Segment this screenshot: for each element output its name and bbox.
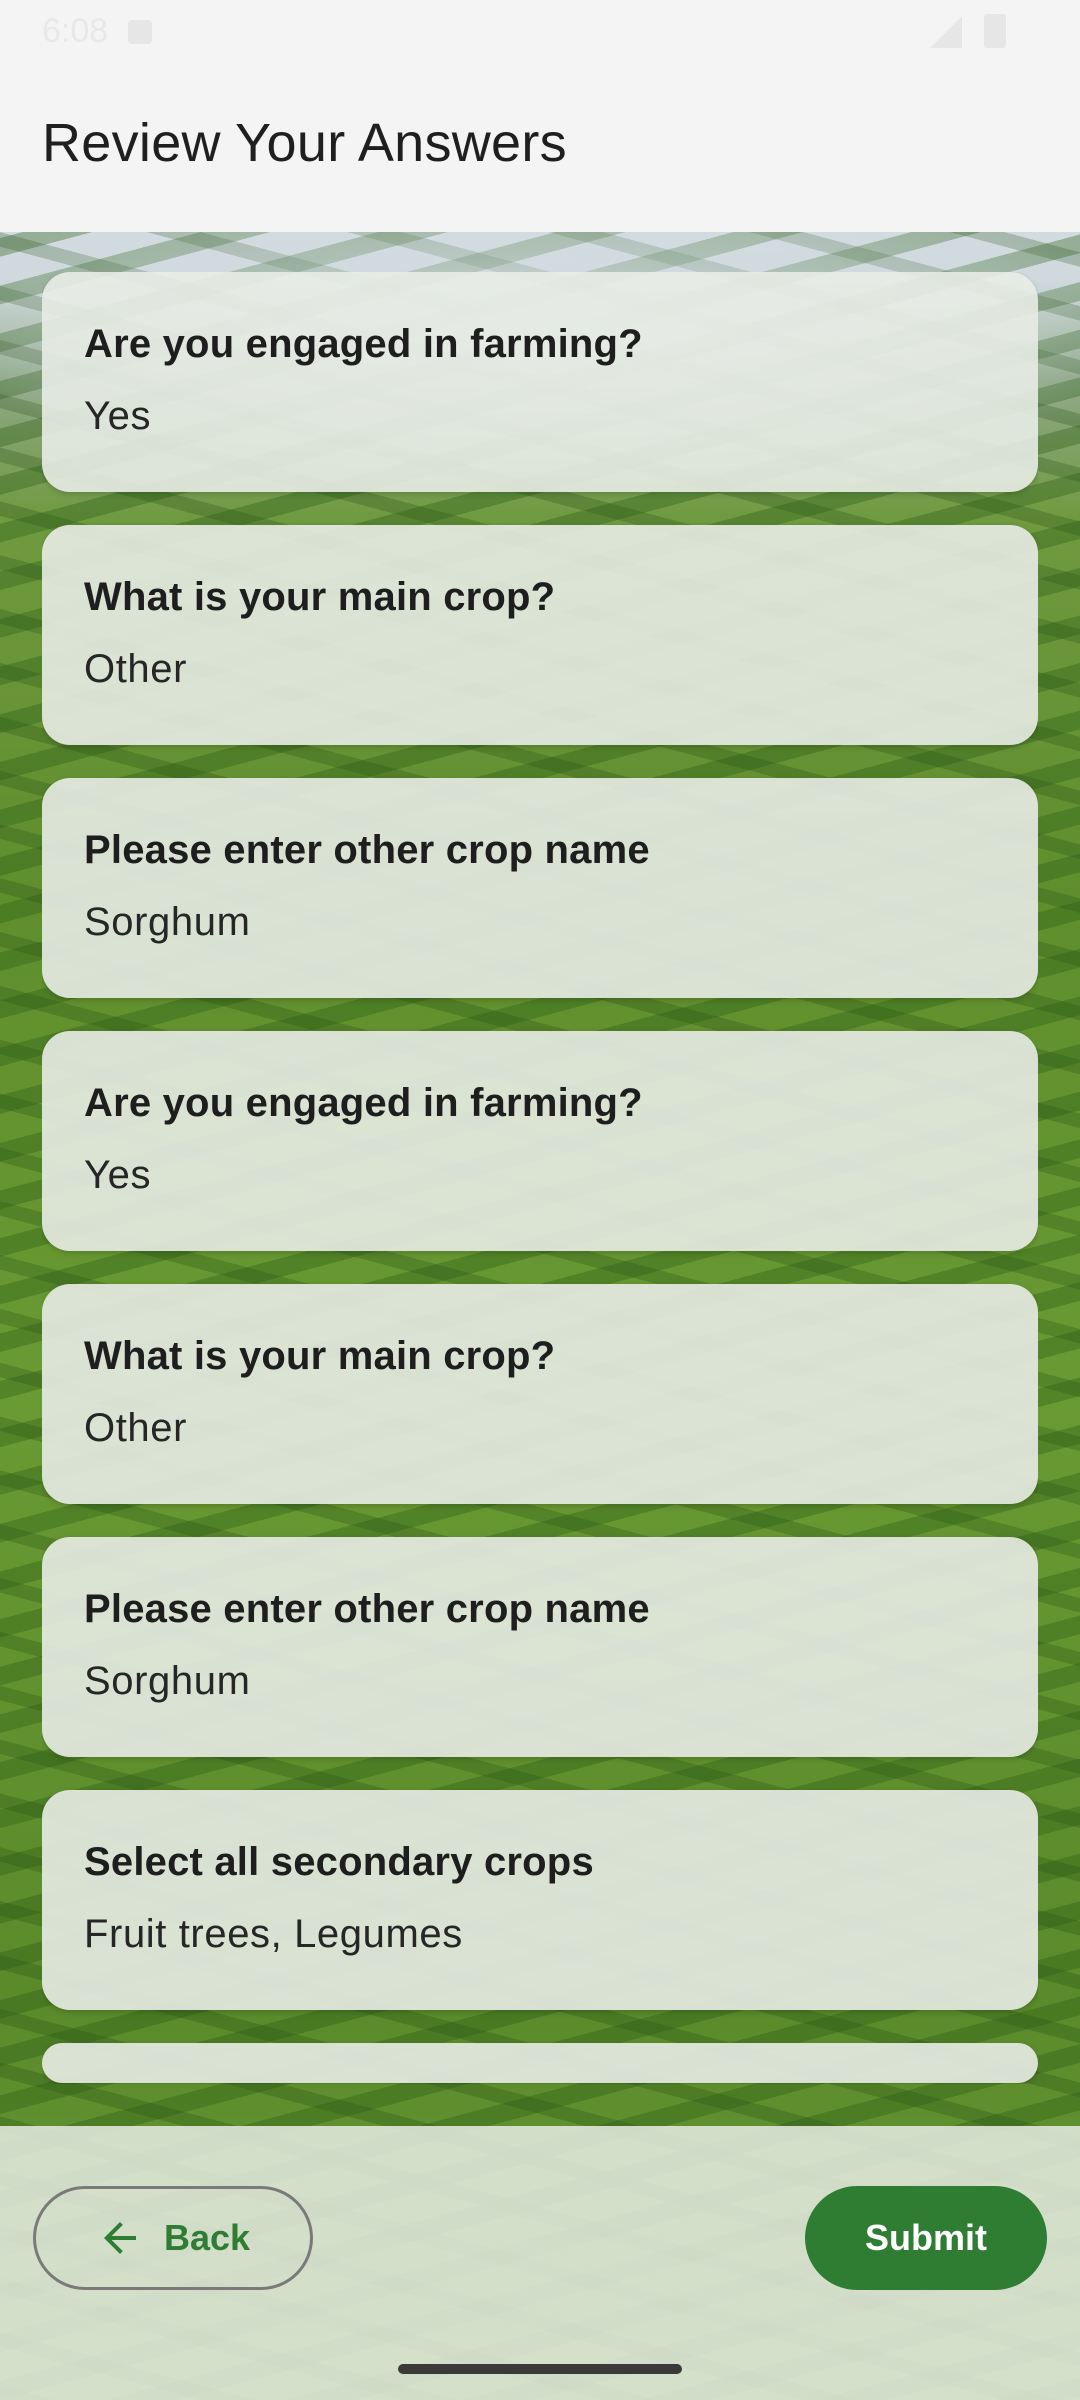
answer-question: Please enter other crop name bbox=[84, 828, 650, 872]
back-button[interactable]: Back bbox=[33, 2186, 313, 2290]
answers-list[interactable]: Are you engaged in farming? Yes What is … bbox=[42, 272, 1038, 2084]
answer-value: Fruit trees, Legumes bbox=[84, 1912, 463, 1956]
answer-question: Please enter other crop name bbox=[84, 1587, 650, 1631]
answer-value: Sorghum bbox=[84, 900, 251, 944]
answer-question: What is your main crop? bbox=[84, 575, 556, 619]
answer-question: What is your main crop? bbox=[84, 1334, 556, 1378]
answer-card-partial bbox=[42, 2043, 1038, 2083]
answer-card: Are you engaged in farming? Yes bbox=[42, 1031, 1038, 1251]
answer-value: Other bbox=[84, 1406, 188, 1450]
screen: 6:08 Review Your Answers Are you engaged… bbox=[0, 0, 1080, 2400]
signal-icon bbox=[930, 16, 962, 48]
answer-card: What is your main crop? Other bbox=[42, 525, 1038, 745]
answer-card: Please enter other crop name Sorghum bbox=[42, 1537, 1038, 1757]
submit-button[interactable]: Submit bbox=[805, 2186, 1047, 2290]
app-bar: Review Your Answers bbox=[0, 66, 1080, 232]
bottom-action-bar: Back Submit bbox=[0, 2126, 1080, 2400]
status-bar: 6:08 bbox=[0, 0, 1080, 66]
page-title: Review Your Answers bbox=[42, 113, 567, 173]
answer-question: Are you engaged in farming? bbox=[84, 322, 643, 366]
status-time: 6:08 bbox=[42, 12, 109, 50]
home-indicator[interactable] bbox=[398, 2364, 682, 2374]
answer-value: Sorghum bbox=[84, 1659, 251, 1703]
arrow-left-icon bbox=[103, 2222, 136, 2254]
answer-value: Yes bbox=[84, 394, 152, 438]
answer-card: Are you engaged in farming? Yes bbox=[42, 272, 1038, 492]
answer-card: Select all secondary crops Fruit trees, … bbox=[42, 1790, 1038, 2010]
answer-value: Other bbox=[84, 647, 188, 691]
back-button-label: Back bbox=[163, 2217, 251, 2258]
answer-card: Please enter other crop name Sorghum bbox=[42, 778, 1038, 998]
submit-button-label: Submit bbox=[865, 2217, 987, 2258]
battery-icon bbox=[984, 14, 1006, 48]
answer-value: Yes bbox=[84, 1153, 152, 1197]
answer-question: Select all secondary crops bbox=[84, 1840, 594, 1884]
notification-icon bbox=[128, 20, 152, 44]
answer-card: What is your main crop? Other bbox=[42, 1284, 1038, 1504]
answer-question: Are you engaged in farming? bbox=[84, 1081, 643, 1125]
